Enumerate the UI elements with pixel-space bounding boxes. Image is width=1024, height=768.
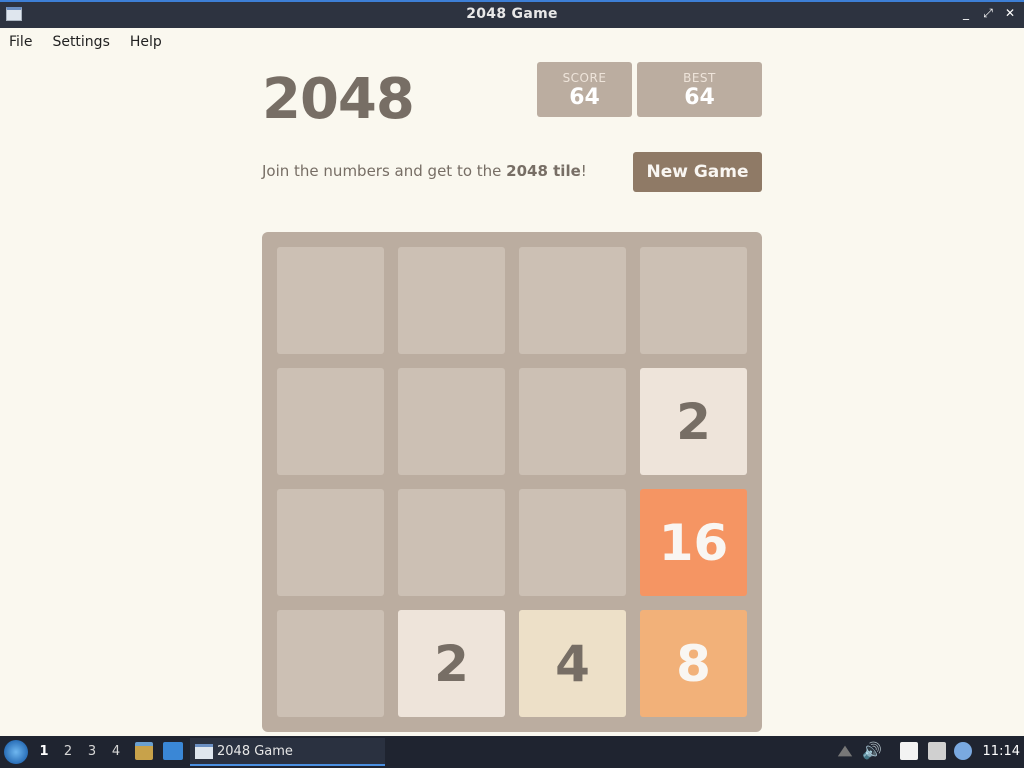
workspace-2[interactable]: 2 bbox=[62, 744, 74, 759]
best-score-label: BEST bbox=[683, 71, 716, 85]
game-board[interactable]: 2 16 2 4 8 bbox=[262, 232, 762, 732]
close-icon[interactable]: ✕ bbox=[1004, 6, 1016, 21]
tile-2: 2 bbox=[398, 610, 505, 717]
intro-bold: 2048 tile bbox=[506, 162, 581, 180]
best-score-value: 64 bbox=[684, 85, 715, 110]
menu-bar: File Settings Help bbox=[0, 28, 1024, 56]
score-box: SCORE 64 bbox=[537, 62, 632, 117]
tile-16: 16 bbox=[640, 489, 747, 596]
minimize-icon[interactable]: _ bbox=[960, 6, 972, 21]
window-titlebar: 2048 Game _ ⤢ ✕ bbox=[0, 0, 1024, 28]
show-desktop-icon[interactable] bbox=[163, 742, 183, 760]
clipboard-icon[interactable] bbox=[900, 742, 918, 760]
menu-settings[interactable]: Settings bbox=[52, 34, 109, 50]
empty-cell bbox=[640, 247, 747, 354]
best-score-box: BEST 64 bbox=[637, 62, 762, 117]
menu-file[interactable]: File bbox=[9, 34, 32, 50]
maximize-icon[interactable]: ⤢ bbox=[982, 6, 994, 21]
menu-help[interactable]: Help bbox=[130, 34, 162, 50]
empty-cell bbox=[277, 247, 384, 354]
tile-8: 8 bbox=[640, 610, 747, 717]
taskbar: 1 2 3 4 2048 Game 🔊 11:14 bbox=[0, 736, 1024, 768]
empty-cell bbox=[398, 489, 505, 596]
window-controls: _ ⤢ ✕ bbox=[960, 6, 1016, 21]
empty-cell bbox=[277, 610, 384, 717]
empty-cell bbox=[519, 247, 626, 354]
empty-cell bbox=[398, 247, 505, 354]
intro-suffix: ! bbox=[580, 162, 587, 180]
window-title: 2048 Game bbox=[466, 6, 558, 22]
new-game-button[interactable]: New Game bbox=[633, 152, 762, 192]
workspace-4[interactable]: 4 bbox=[110, 744, 122, 759]
empty-cell bbox=[277, 489, 384, 596]
game-title: 2048 bbox=[262, 67, 415, 132]
network-icon[interactable] bbox=[928, 742, 946, 760]
task-label: 2048 Game bbox=[217, 743, 293, 759]
tray-expand-icon[interactable] bbox=[837, 745, 853, 757]
update-notifier-icon[interactable] bbox=[954, 742, 972, 760]
taskbar-task-2048[interactable]: 2048 Game bbox=[190, 738, 385, 766]
game-intro: Join the numbers and get to the 2048 til… bbox=[262, 162, 587, 180]
tile-4: 4 bbox=[519, 610, 626, 717]
workspace-3[interactable]: 3 bbox=[86, 744, 98, 759]
empty-cell bbox=[277, 368, 384, 475]
empty-cell bbox=[519, 489, 626, 596]
start-menu-icon[interactable] bbox=[4, 740, 28, 764]
intro-prefix: Join the numbers and get to the bbox=[262, 162, 507, 180]
clock: 11:14 bbox=[982, 744, 1020, 759]
tile-2: 2 bbox=[640, 368, 747, 475]
file-manager-icon[interactable] bbox=[135, 742, 153, 760]
score-label: SCORE bbox=[562, 71, 607, 85]
score-value: 64 bbox=[569, 85, 600, 110]
empty-cell bbox=[398, 368, 505, 475]
empty-cell bbox=[519, 368, 626, 475]
task-window-icon bbox=[195, 743, 213, 759]
volume-icon[interactable]: 🔊 bbox=[862, 742, 882, 760]
workspace-1[interactable]: 1 bbox=[38, 744, 50, 759]
